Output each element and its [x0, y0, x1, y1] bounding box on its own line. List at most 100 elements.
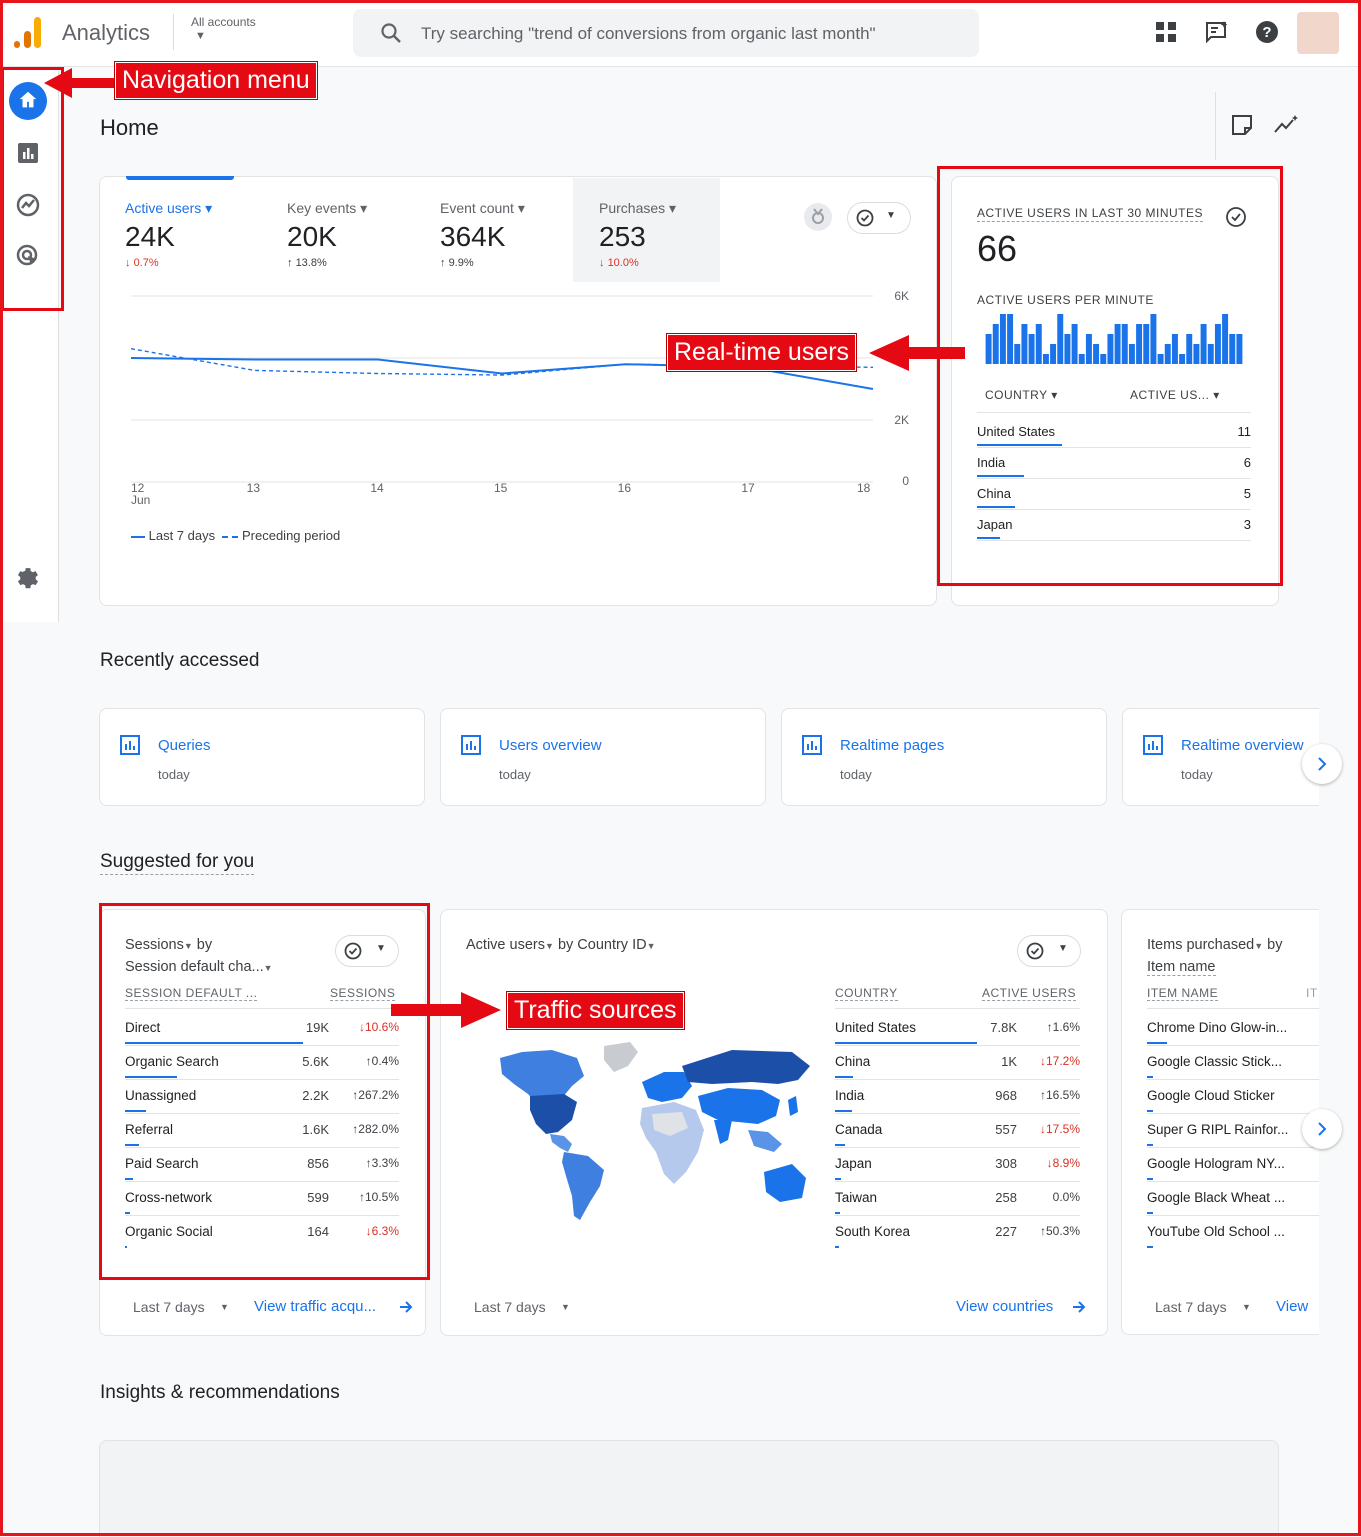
search-bar[interactable] — [353, 9, 979, 57]
channel-name[interactable]: Organic Search — [125, 1054, 219, 1069]
chevron-down-icon[interactable]: ▼ — [561, 1302, 570, 1312]
item-name[interactable]: Google Black Wheat ... — [1147, 1190, 1285, 1205]
account-caret-icon[interactable]: ▼ — [195, 30, 206, 42]
avatar[interactable] — [1297, 12, 1339, 54]
item-name[interactable]: Chrome Dino Glow-in... — [1147, 1020, 1287, 1035]
metric-change: 9.9% — [449, 257, 474, 269]
items-range[interactable]: Last 7 days — [1155, 1299, 1227, 1315]
sessions-col2[interactable]: SESSIONS — [330, 986, 395, 1001]
badge-icon[interactable] — [804, 203, 832, 231]
realtime-row[interactable]: Japan3 — [977, 517, 1251, 532]
change-value: 17.5% — [1046, 1122, 1080, 1136]
country-name[interactable]: United States — [835, 1020, 916, 1035]
country-name[interactable]: China — [835, 1054, 870, 1069]
recent-next-button[interactable] — [1302, 744, 1342, 784]
metric-event-count[interactable]: Event count ▾ 364K ↑ 9.9% — [440, 200, 525, 269]
check-circle-icon — [344, 942, 362, 960]
arrow-right-icon[interactable] — [398, 1299, 414, 1315]
annotation-note-icon[interactable] — [1231, 114, 1253, 136]
items-card-dim[interactable]: Item name — [1147, 959, 1216, 976]
x-tick-label: 13 — [247, 481, 261, 495]
recent-item[interactable]: Users overviewtoday — [440, 708, 766, 806]
account-selector[interactable]: All accounts — [191, 15, 256, 29]
x-tick-label: 18 — [857, 481, 871, 495]
chevron-down-icon[interactable]: ▼ — [1242, 1302, 1251, 1312]
per-minute-bar — [1122, 324, 1128, 364]
item-name[interactable]: Super G RIPL Rainfor... — [1147, 1122, 1288, 1137]
sessions-range[interactable]: Last 7 days — [133, 1299, 205, 1315]
channel-name[interactable]: Organic Social — [125, 1224, 213, 1239]
items-col1[interactable]: ITEM NAME — [1147, 986, 1218, 1001]
recent-item[interactable]: Realtime overviewtoday — [1122, 708, 1319, 806]
metric-purchases[interactable]: Purchases ▾ 253 ↓ 10.0% — [599, 200, 676, 269]
recent-item[interactable]: Queriestoday — [99, 708, 425, 806]
items-card-title[interactable]: Items purchased▼ by — [1147, 937, 1282, 953]
user-count: 5 — [1244, 486, 1251, 501]
help-icon[interactable]: ? — [1255, 20, 1279, 44]
per-minute-bar — [1201, 324, 1207, 364]
sessions-col1[interactable]: SESSION DEFAULT ... — [125, 986, 257, 1001]
country-col1[interactable]: COUNTRY — [835, 986, 898, 1001]
explore-icon[interactable] — [14, 191, 42, 219]
items-col2[interactable]: IT — [1306, 986, 1318, 1000]
search-input[interactable] — [419, 21, 963, 47]
sessions-options-chip[interactable]: ▼ — [335, 935, 399, 967]
country-name[interactable]: Canada — [835, 1122, 882, 1137]
analytics-logo[interactable] — [14, 17, 42, 49]
channel-name[interactable]: Direct — [125, 1020, 160, 1035]
country-options-chip[interactable]: ▼ — [1017, 935, 1081, 967]
active-users-count: 227 — [960, 1224, 1017, 1239]
country-name[interactable]: South Korea — [835, 1224, 910, 1239]
x-tick-label: 16 — [618, 481, 632, 495]
per-minute-bar-chart — [985, 312, 1243, 364]
active-users-count: 7.8K — [960, 1020, 1017, 1035]
nav-home-button[interactable] — [9, 82, 47, 120]
country-card-title[interactable]: Active users▼ by Country ID▼ — [466, 937, 656, 953]
country-name[interactable]: Japan — [835, 1156, 872, 1171]
item-name[interactable]: Google Cloud Sticker — [1147, 1088, 1275, 1103]
arrow-right-icon[interactable] — [1071, 1299, 1087, 1315]
view-traffic-link[interactable]: View traffic acqu... — [254, 1298, 376, 1315]
col-country-header[interactable]: COUNTRY ▾ — [985, 388, 1058, 402]
session-change: ↓6.3% — [330, 1224, 399, 1238]
country-range[interactable]: Last 7 days — [474, 1299, 546, 1315]
insights-sparkle-icon[interactable] — [1273, 114, 1299, 136]
metric-key-events[interactable]: Key events ▾ 20K ↑ 13.8% — [287, 200, 367, 269]
item-name[interactable]: Google Hologram NY... — [1147, 1156, 1285, 1171]
sessions-card-dim[interactable]: Session default cha...▼ — [125, 959, 273, 975]
country-name[interactable]: India — [835, 1088, 864, 1103]
item-name[interactable]: YouTube Old School ... — [1147, 1224, 1285, 1239]
channel-name[interactable]: Paid Search — [125, 1156, 199, 1171]
realtime-value: 66 — [977, 228, 1017, 270]
channel-name[interactable]: Cross-network — [125, 1190, 212, 1205]
view-items-link[interactable]: View — [1276, 1298, 1308, 1315]
settings-gear-icon[interactable] — [14, 565, 42, 593]
realtime-row[interactable]: China5 — [977, 486, 1251, 501]
chevron-down-icon[interactable]: ▼ — [220, 1302, 229, 1312]
reports-icon[interactable] — [14, 139, 42, 167]
recent-item-title: Queries — [158, 737, 211, 754]
sessions-card-title[interactable]: Sessions▼ by — [125, 937, 212, 953]
map-central-america — [550, 1134, 572, 1152]
report-icon — [1143, 735, 1163, 760]
recent-item[interactable]: Realtime pagestoday — [781, 708, 1107, 806]
country-name[interactable]: Taiwan — [835, 1190, 877, 1205]
advertising-icon[interactable] — [14, 242, 42, 270]
item-name[interactable]: Google Classic Stick... — [1147, 1054, 1282, 1069]
realtime-row[interactable]: India6 — [977, 455, 1251, 470]
annotation-arrow-traffic — [391, 990, 501, 1030]
country-col2[interactable]: ACTIVE USERS — [982, 986, 1076, 1001]
col-users-header[interactable]: ACTIVE US... ▾ — [1130, 388, 1220, 402]
card-options-chip[interactable]: ▼ — [847, 202, 911, 234]
suggested-next-button[interactable] — [1302, 1109, 1342, 1149]
channel-name[interactable]: Referral — [125, 1122, 173, 1137]
check-circle-icon[interactable] — [1225, 206, 1247, 228]
active-users-count: 557 — [960, 1122, 1017, 1137]
metric-active-users[interactable]: Active users ▾ 24K ↓ 0.7% — [125, 200, 212, 269]
caret-icon: ▼ — [647, 941, 656, 951]
view-countries-link[interactable]: View countries — [956, 1298, 1053, 1315]
realtime-row[interactable]: United States11 — [977, 424, 1251, 439]
channel-name[interactable]: Unassigned — [125, 1088, 196, 1103]
apps-grid-icon[interactable] — [1154, 20, 1178, 44]
insights-feedback-icon[interactable] — [1205, 20, 1229, 44]
